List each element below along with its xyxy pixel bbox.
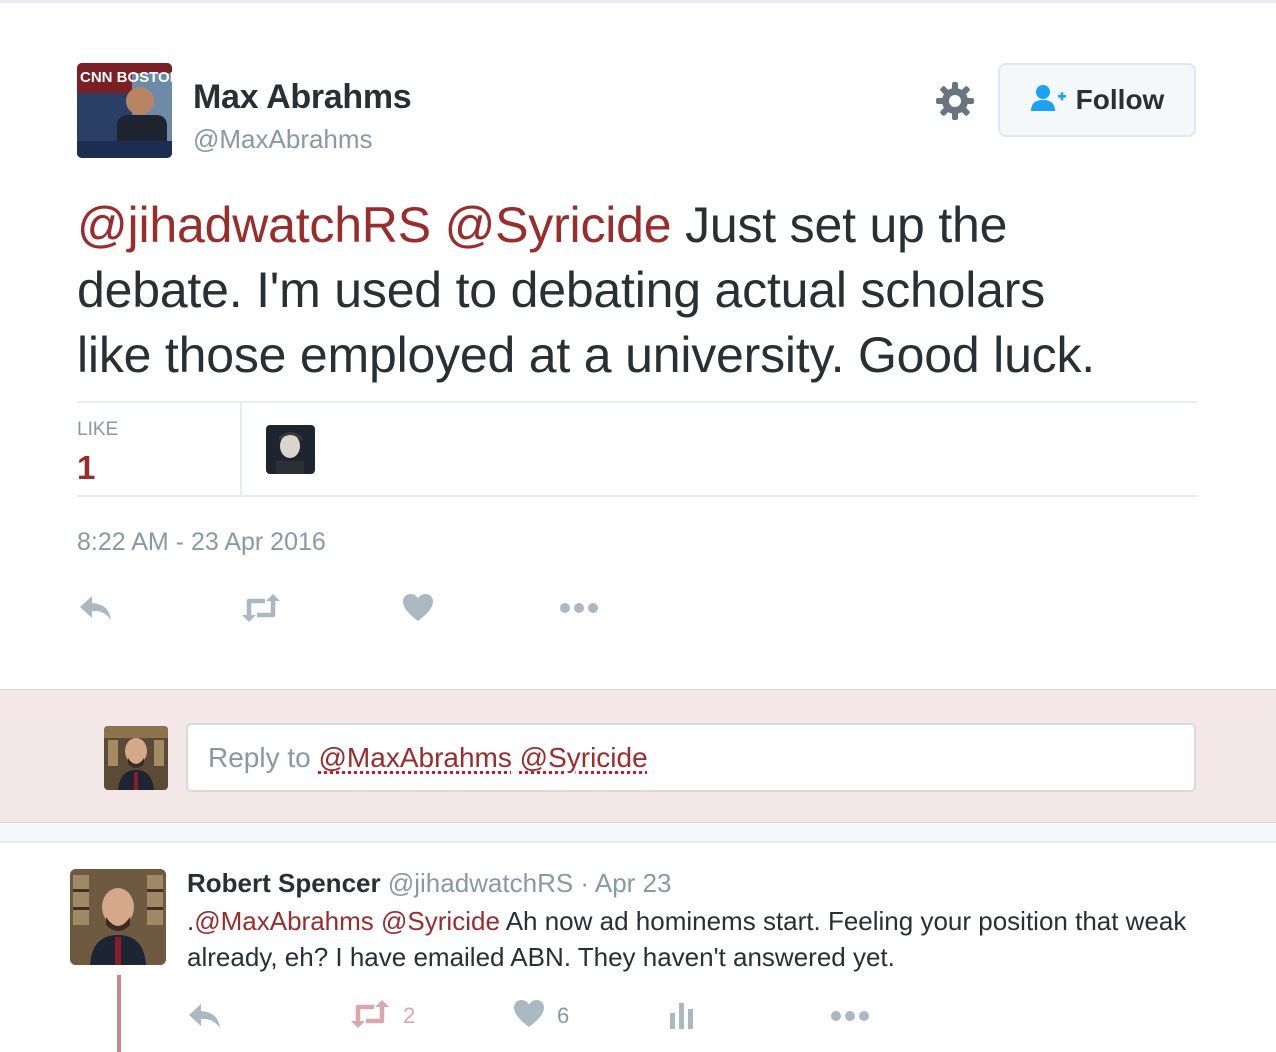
like-stat-count[interactable]: 1 (77, 449, 95, 487)
reply-input-mention: @Syricide (519, 741, 648, 773)
reply-tweet-text: .@MaxAbrahms @Syricide Ah now ad hominem… (187, 903, 1227, 975)
mention-link[interactable]: @Syricide (445, 197, 672, 253)
tweet-text: @jihadwatchRS @Syricide Just set up the … (77, 193, 1197, 388)
reply-author-meta[interactable]: @jihadwatchRS · Apr 23 (381, 868, 672, 898)
heart-icon (513, 999, 545, 1034)
tweet-timestamp[interactable]: 8:22 AM - 23 Apr 2016 (77, 528, 326, 557)
follow-button[interactable]: Follow (998, 63, 1196, 137)
reply-icon[interactable] (78, 588, 114, 628)
thread-divider (0, 823, 1276, 843)
reply-input[interactable]: Reply to @MaxAbrahms @Syricide (186, 723, 1196, 792)
tweet-stats: LIKE 1 (77, 401, 1197, 497)
reply-author-avatar[interactable] (70, 869, 166, 965)
more-icon[interactable] (559, 588, 599, 628)
analytics-icon[interactable] (668, 996, 696, 1036)
retweet-button[interactable]: 2 (349, 996, 415, 1036)
reply-input-placeholder: Reply to (208, 741, 319, 773)
tweet-actions (0, 588, 700, 628)
retweet-icon[interactable] (240, 588, 282, 628)
reply-input-mention: @MaxAbrahms (318, 741, 512, 773)
mention-link[interactable]: @jihadwatchRS (77, 197, 431, 253)
reply-tweet-actions: 2 6 (0, 996, 900, 1036)
tweet-text-line: debate. I'm used to debating actual scho… (77, 262, 1046, 318)
retweet-icon (349, 999, 391, 1034)
top-border (0, 0, 1276, 3)
avatar-logo-text: CNN BOSTON (80, 69, 172, 86)
tweet-text-line: Just set up the (671, 197, 1008, 253)
tweet-text-line: like those employed at a university. Goo… (77, 327, 1095, 383)
author-avatar[interactable]: CNN BOSTON (77, 63, 172, 158)
current-user-avatar (104, 726, 168, 790)
reply-icon[interactable] (187, 996, 223, 1036)
author-handle[interactable]: @MaxAbrahms (193, 124, 373, 155)
add-user-icon (1030, 84, 1068, 117)
mention-link[interactable]: @MaxAbrahms (194, 906, 374, 936)
more-icon[interactable] (830, 996, 870, 1036)
like-button[interactable]: 6 (513, 996, 569, 1036)
liker-avatar[interactable] (266, 425, 315, 474)
retweet-count: 2 (403, 1003, 416, 1028)
like-stat-label: LIKE (77, 419, 119, 440)
mention-link[interactable]: @Syricide (381, 906, 500, 936)
follow-button-label: Follow (1075, 84, 1165, 115)
heart-icon[interactable] (402, 588, 434, 628)
gear-icon[interactable] (934, 80, 976, 122)
like-count: 6 (557, 1003, 570, 1028)
stats-divider (240, 403, 242, 497)
reply-tweet-header: Robert Spencer @jihadwatchRS · Apr 23 (187, 868, 671, 899)
author-name[interactable]: Max Abrahms (193, 78, 412, 117)
reply-author-name[interactable]: Robert Spencer (187, 868, 381, 898)
reply-bar: Reply to @MaxAbrahms @Syricide (0, 689, 1276, 823)
